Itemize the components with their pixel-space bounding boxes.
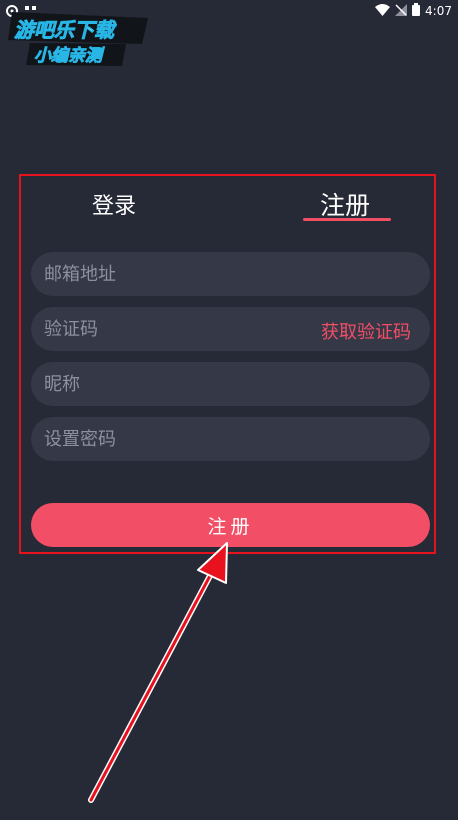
no-signal-icon bbox=[395, 1, 408, 20]
svg-text:游吧乐下载: 游吧乐下载 bbox=[14, 18, 117, 42]
nickname-input[interactable] bbox=[44, 362, 304, 406]
register-button[interactable]: 注册 bbox=[31, 503, 430, 547]
tab-active-indicator bbox=[303, 218, 391, 221]
battery-icon bbox=[412, 1, 421, 20]
status-time: 4:07 bbox=[425, 3, 452, 18]
code-field-container: 获取验证码 bbox=[31, 307, 430, 351]
tab-register[interactable]: 注册 bbox=[320, 186, 370, 222]
nickname-field-container bbox=[31, 362, 430, 406]
get-code-button[interactable]: 获取验证码 bbox=[321, 318, 411, 344]
email-field-container bbox=[31, 252, 430, 296]
watermark-logo: 游吧乐下载 小编亲测 bbox=[2, 10, 152, 70]
password-input[interactable] bbox=[44, 417, 304, 461]
tab-login[interactable]: 登录 bbox=[92, 188, 136, 220]
password-field-container bbox=[31, 417, 430, 461]
verification-code-input[interactable] bbox=[44, 307, 304, 351]
svg-text:小编亲测: 小编亲测 bbox=[34, 46, 105, 66]
email-input[interactable] bbox=[44, 252, 304, 296]
wifi-icon bbox=[375, 1, 391, 20]
